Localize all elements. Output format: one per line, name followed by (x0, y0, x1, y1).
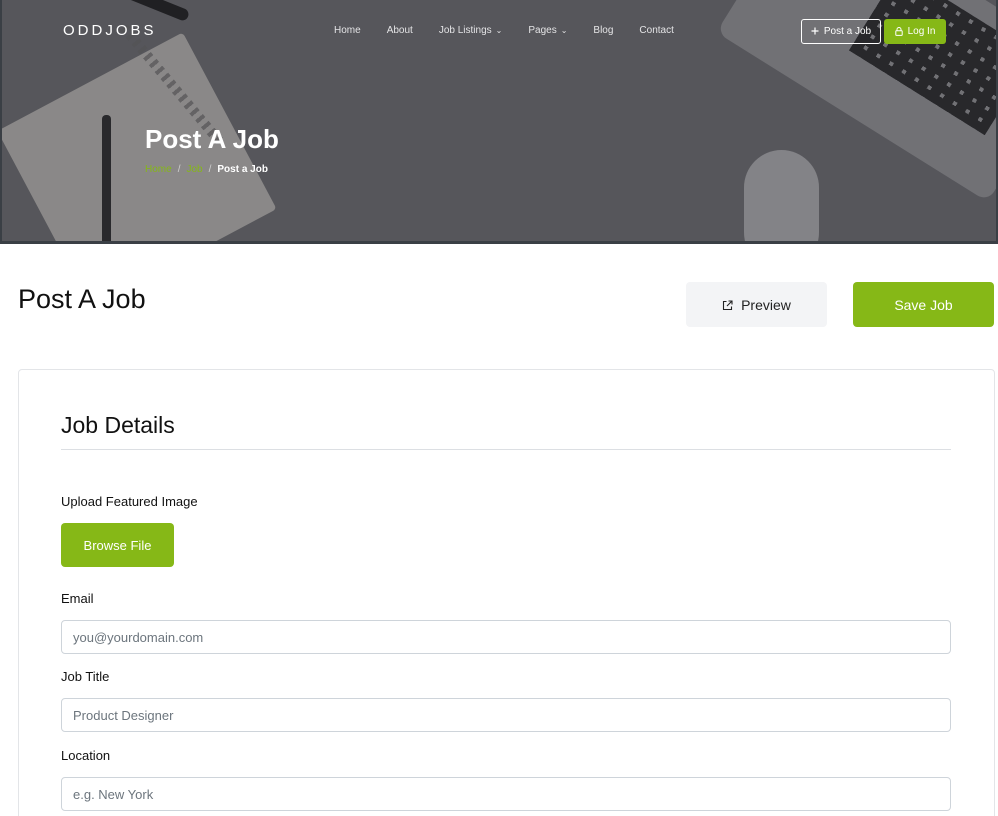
nav-about[interactable]: About (387, 25, 413, 36)
nav-job-listings[interactable]: Job Listings ⌄ (439, 25, 503, 36)
nav-label: About (386, 25, 413, 36)
section-divider (61, 449, 951, 450)
save-job-label: Save Job (894, 296, 953, 313)
brand-logo[interactable]: ODDJOBS (63, 22, 157, 39)
nav-blog[interactable]: Blog (593, 25, 613, 36)
hero-banner: ODDJOBS Home About Job Listings ⌄ Pages ⌄ … (0, 0, 998, 244)
preview-button[interactable]: Preview (686, 282, 827, 327)
breadcrumb: Home / Job / Post a Job (145, 164, 268, 175)
nav-label: Pages (528, 25, 557, 36)
nav-label: Job Listings (438, 25, 492, 36)
breadcrumb-separator: / (208, 164, 212, 175)
nav-contact[interactable]: Contact (639, 25, 673, 36)
lock-icon (894, 26, 903, 37)
hero-title: Post A Job (145, 124, 279, 154)
preview-label: Preview (741, 296, 791, 313)
location-label: Location (61, 748, 111, 763)
email-label: Email (61, 591, 94, 606)
external-link-icon (722, 297, 733, 313)
nav-home[interactable]: Home (334, 25, 361, 36)
email-field[interactable] (61, 620, 951, 654)
browse-file-button[interactable]: Browse File (61, 523, 174, 567)
job-title-label: Job Title (61, 669, 110, 684)
nav-label: Blog (593, 25, 614, 36)
chevron-down-icon: ⌄ (560, 26, 568, 35)
nav-pages[interactable]: Pages ⌄ (528, 25, 567, 36)
save-job-button[interactable]: Save Job (853, 282, 994, 327)
nav-label: Home (334, 25, 361, 36)
breadcrumb-home[interactable]: Home (145, 164, 172, 175)
login-label: Log In (907, 26, 936, 37)
breadcrumb-current: Post a Job (217, 164, 268, 175)
location-field[interactable] (61, 777, 951, 811)
main-nav: Home About Job Listings ⌄ Pages ⌄ Blog Con… (334, 25, 700, 36)
chevron-down-icon: ⌄ (495, 26, 503, 35)
job-title-field[interactable] (61, 698, 951, 732)
breadcrumb-job[interactable]: Job (186, 164, 202, 175)
section-title: Job Details (61, 412, 175, 438)
upload-image-label: Upload Featured Image (61, 494, 198, 509)
post-job-button[interactable]: Post a Job (801, 19, 881, 44)
plus-icon (811, 26, 819, 37)
login-button[interactable]: Log In (884, 19, 946, 44)
breadcrumb-separator: / (177, 164, 181, 175)
nav-label: Contact (639, 25, 674, 36)
page-title: Post A Job (18, 284, 146, 314)
post-job-label: Post a Job (823, 26, 872, 37)
